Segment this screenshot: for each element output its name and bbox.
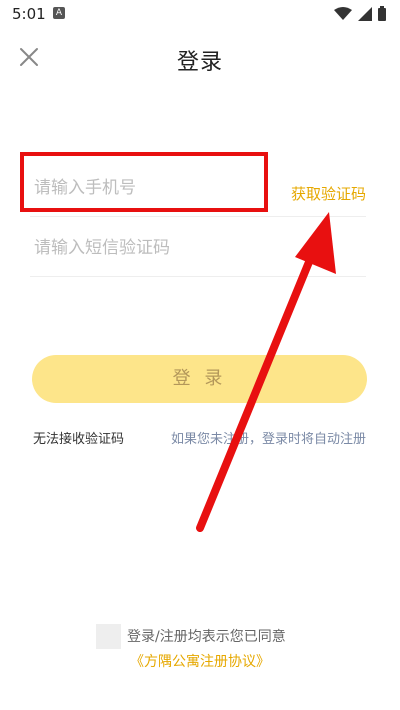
get-code-button[interactable]: 获取验证码 [291, 183, 366, 204]
signal-icon [358, 6, 372, 21]
sms-code-input[interactable] [30, 238, 264, 258]
agreement-text: 登录/注册均表示您已同意 [127, 629, 286, 645]
notification-icon: A [53, 7, 65, 19]
cant-receive-code-link[interactable]: 无法接收验证码 [33, 428, 124, 447]
page-title: 登录 [176, 50, 223, 75]
status-icons [334, 6, 386, 21]
login-button[interactable]: 登 录 [32, 355, 367, 403]
sms-code-field [30, 238, 366, 277]
agreement-link[interactable]: 《方隅公寓注册协议》 [0, 651, 400, 671]
agreement-checkbox[interactable] [96, 624, 121, 649]
auto-register-note: 如果您未注册，登录时将自动注册 [170, 432, 366, 447]
status-bar: 5:01 A [0, 0, 400, 30]
status-time: 5:01 [12, 5, 46, 23]
annotation-highlight-box [20, 152, 268, 212]
battery-icon [378, 6, 386, 21]
wifi-icon [334, 6, 352, 20]
